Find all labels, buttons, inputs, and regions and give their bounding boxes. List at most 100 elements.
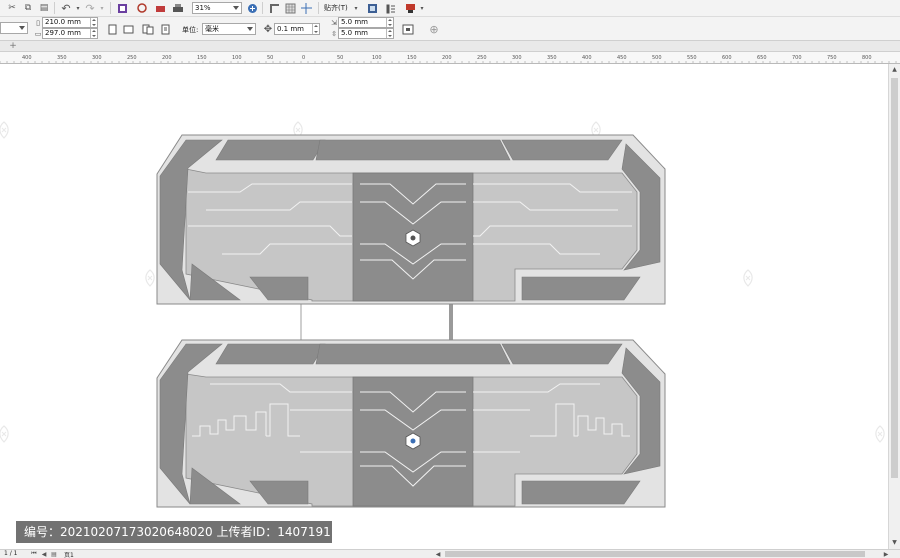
ruler-tick-label: 550 — [687, 55, 697, 61]
nudge-icon: ✥ — [263, 23, 273, 35]
image-id-caption: 编号：20210207173020648020 上传者ID：1407191 — [16, 521, 332, 543]
publish-icon[interactable] — [154, 2, 166, 14]
landscape-icon[interactable] — [122, 23, 134, 35]
application-launcher-icon[interactable] — [404, 2, 416, 14]
upper-sci-fi-panel[interactable] — [156, 134, 666, 305]
add-page-icon[interactable]: ⊕ — [428, 23, 440, 36]
copy-icon[interactable]: ⧉ — [22, 2, 34, 14]
ruler-tick-label: 250 — [477, 55, 487, 61]
rulers-icon[interactable] — [268, 2, 280, 14]
ruler-tick-label: 350 — [547, 55, 557, 61]
drawing-canvas[interactable] — [0, 64, 888, 549]
ruler-tick-label: 200 — [442, 55, 452, 61]
page-width-value: 210.0 mm — [45, 18, 81, 26]
ruler-tick-label: 300 — [512, 55, 522, 61]
horizontal-ruler[interactable]: 400 350 300 250 200 150 100 50 0 50 100 150 200 250 30… — [0, 52, 900, 64]
units-select[interactable]: 毫米 — [202, 23, 256, 35]
launch-icon[interactable] — [384, 2, 396, 14]
vertical-scroll-thumb[interactable] — [891, 78, 898, 478]
ruler-scale: 400 350 300 250 200 150 100 50 0 50 100 150 200 250 30… — [0, 55, 897, 63]
page-height-value: 297.0 mm — [45, 29, 81, 37]
duplicate-y-value: 5.0 mm — [341, 29, 368, 37]
guidelines-icon[interactable] — [300, 2, 312, 14]
snap-to-menu[interactable]: 贴齐(T) — [324, 3, 348, 13]
artwork — [0, 121, 885, 508]
page-width-field[interactable]: 210.0 mm — [42, 17, 98, 28]
paste-icon[interactable]: ▤ — [38, 2, 50, 14]
redo-dropdown-icon[interactable]: ▾ — [96, 2, 108, 14]
toolbar-separator — [54, 2, 55, 14]
chevron-down-icon — [247, 27, 253, 31]
duplicate-y-stepper[interactable] — [386, 29, 393, 38]
ruler-tick-label: 300 — [92, 55, 102, 61]
ruler-tick-label: 0 — [302, 55, 305, 61]
print-icon[interactable] — [172, 2, 184, 14]
chevron-down-icon — [233, 6, 239, 10]
page-height-stepper[interactable] — [90, 29, 97, 38]
toolbar-separator — [110, 2, 111, 14]
page-tab[interactable]: 页1 — [64, 550, 74, 558]
ruler-tick-label: 50 — [267, 55, 273, 61]
chevron-down-icon — [19, 26, 25, 30]
add-document-tab-icon[interactable]: + — [8, 41, 18, 51]
toolbar-separator — [318, 2, 319, 14]
ruler-tick-label: 150 — [407, 55, 417, 61]
ruler-tick-label: 800 — [862, 55, 872, 61]
toolbar-separator — [262, 2, 263, 14]
undo-dropdown-icon[interactable]: ▾ — [72, 2, 84, 14]
redo-icon[interactable]: ↷ — [84, 2, 96, 15]
connector-left — [300, 304, 302, 340]
undo-icon[interactable]: ↶ — [60, 2, 72, 15]
page-width-stepper[interactable] — [90, 18, 97, 27]
nudge-distance-value: 0.1 mm — [277, 25, 304, 33]
ruler-tick-label: 200 — [162, 55, 172, 61]
ruler-tick-label: 650 — [757, 55, 767, 61]
chevron-down-icon[interactable]: ▾ — [416, 2, 428, 14]
ruler-tick-label: 450 — [617, 55, 627, 61]
grid-icon[interactable] — [284, 2, 296, 14]
ruler-tick-label: 250 — [127, 55, 137, 61]
ruler-tick-label: 350 — [57, 55, 67, 61]
ruler-tick-label: 750 — [827, 55, 837, 61]
zoom-level-select[interactable]: 31% — [192, 2, 242, 14]
add-page-icon[interactable]: ▤ — [48, 548, 60, 558]
portrait-icon[interactable] — [106, 23, 118, 35]
units-label: 单位: — [182, 26, 199, 34]
ruler-tick-label: 700 — [792, 55, 802, 61]
nudge-stepper[interactable] — [312, 24, 319, 34]
scroll-right-icon[interactable]: ▶ — [880, 548, 892, 558]
ruler-tick-label: 500 — [652, 55, 662, 61]
ruler-tick-label: 400 — [22, 55, 32, 61]
lower-sci-fi-panel[interactable] — [156, 339, 666, 508]
vertical-scrollbar[interactable]: ▲ ▼ — [888, 64, 900, 549]
import-icon[interactable] — [116, 2, 128, 14]
connector-right — [449, 304, 453, 340]
document-tab-strip: + — [0, 41, 900, 52]
duplicate-x-stepper[interactable] — [386, 18, 393, 27]
cut-icon[interactable]: ✂ — [6, 2, 18, 14]
export-icon[interactable] — [136, 2, 148, 14]
all-pages-icon[interactable] — [142, 23, 154, 35]
horizontal-scroll-thumb[interactable] — [445, 551, 865, 557]
page-count: 1 / 1 — [4, 550, 18, 557]
zoom-level-value: 31% — [195, 4, 211, 12]
page-navigation-bar: 1 / 1 ⏮ ◀ ▤ 页1 ◀ ▶ — [0, 549, 900, 558]
scroll-left-icon[interactable]: ◀ — [432, 548, 444, 558]
ruler-tick-label: 100 — [372, 55, 382, 61]
page-height-field[interactable]: 297.0 mm — [42, 28, 98, 39]
ruler-tick-label: 600 — [722, 55, 732, 61]
treat-as-filled-icon[interactable] — [402, 23, 414, 35]
nudge-distance-field[interactable]: 0.1 mm — [274, 23, 320, 35]
chevron-down-icon[interactable]: ▾ — [350, 2, 362, 14]
duplicate-x-field[interactable]: 5.0 mm — [338, 17, 394, 28]
options-icon[interactable] — [366, 2, 378, 14]
standard-toolbar: ✂ ⧉ ▤ ↶ ▾ ↷ ▾ 31% 贴齐(T) ▾ ▾ — [0, 0, 900, 17]
current-page-icon[interactable] — [160, 23, 172, 35]
duplicate-y-field[interactable]: 5.0 mm — [338, 28, 394, 39]
paper-size-select[interactable] — [0, 22, 28, 34]
ruler-tick-label: 50 — [337, 55, 343, 61]
full-screen-icon[interactable] — [246, 2, 258, 14]
scroll-down-icon[interactable]: ▼ — [890, 538, 899, 547]
property-bar: ▯ 210.0 mm ▭ 297.0 mm 单位: 毫米 ✥ 0.1 mm ⇲ … — [0, 17, 900, 41]
scroll-up-icon[interactable]: ▲ — [890, 65, 899, 74]
